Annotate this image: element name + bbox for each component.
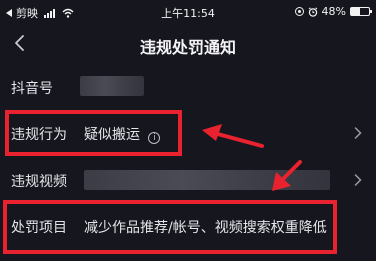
battery-icon bbox=[350, 7, 372, 16]
battery-percent: 48% bbox=[321, 5, 346, 18]
video-label: 违规视频 bbox=[11, 174, 67, 190]
status-right: 48% bbox=[294, 5, 372, 18]
highlight-box-violation bbox=[5, 110, 182, 156]
status-bar: 剪映 上午11:54 48% bbox=[0, 0, 376, 24]
account-label: 抖音号 bbox=[11, 81, 53, 97]
account-value-redacted bbox=[80, 76, 144, 96]
alarm-icon bbox=[308, 6, 317, 17]
row-account: 抖音号 bbox=[0, 72, 376, 102]
page-title: 违规处罚通知 bbox=[139, 38, 236, 57]
chevron-right-icon[interactable] bbox=[354, 127, 362, 139]
screen: 剪映 上午11:54 48% 违规处罚通知 抖音号 违规行为 疑似搬运 i 违规… bbox=[0, 0, 376, 261]
nav-bar: 违规处罚通知 bbox=[0, 24, 376, 64]
row-video[interactable]: 违规视频 bbox=[0, 166, 376, 196]
video-value-redacted bbox=[84, 170, 330, 190]
chevron-right-icon[interactable] bbox=[354, 174, 362, 186]
orientation-lock-icon bbox=[294, 7, 304, 16]
highlight-box-penalty bbox=[3, 200, 337, 254]
battery-fill bbox=[351, 8, 360, 15]
